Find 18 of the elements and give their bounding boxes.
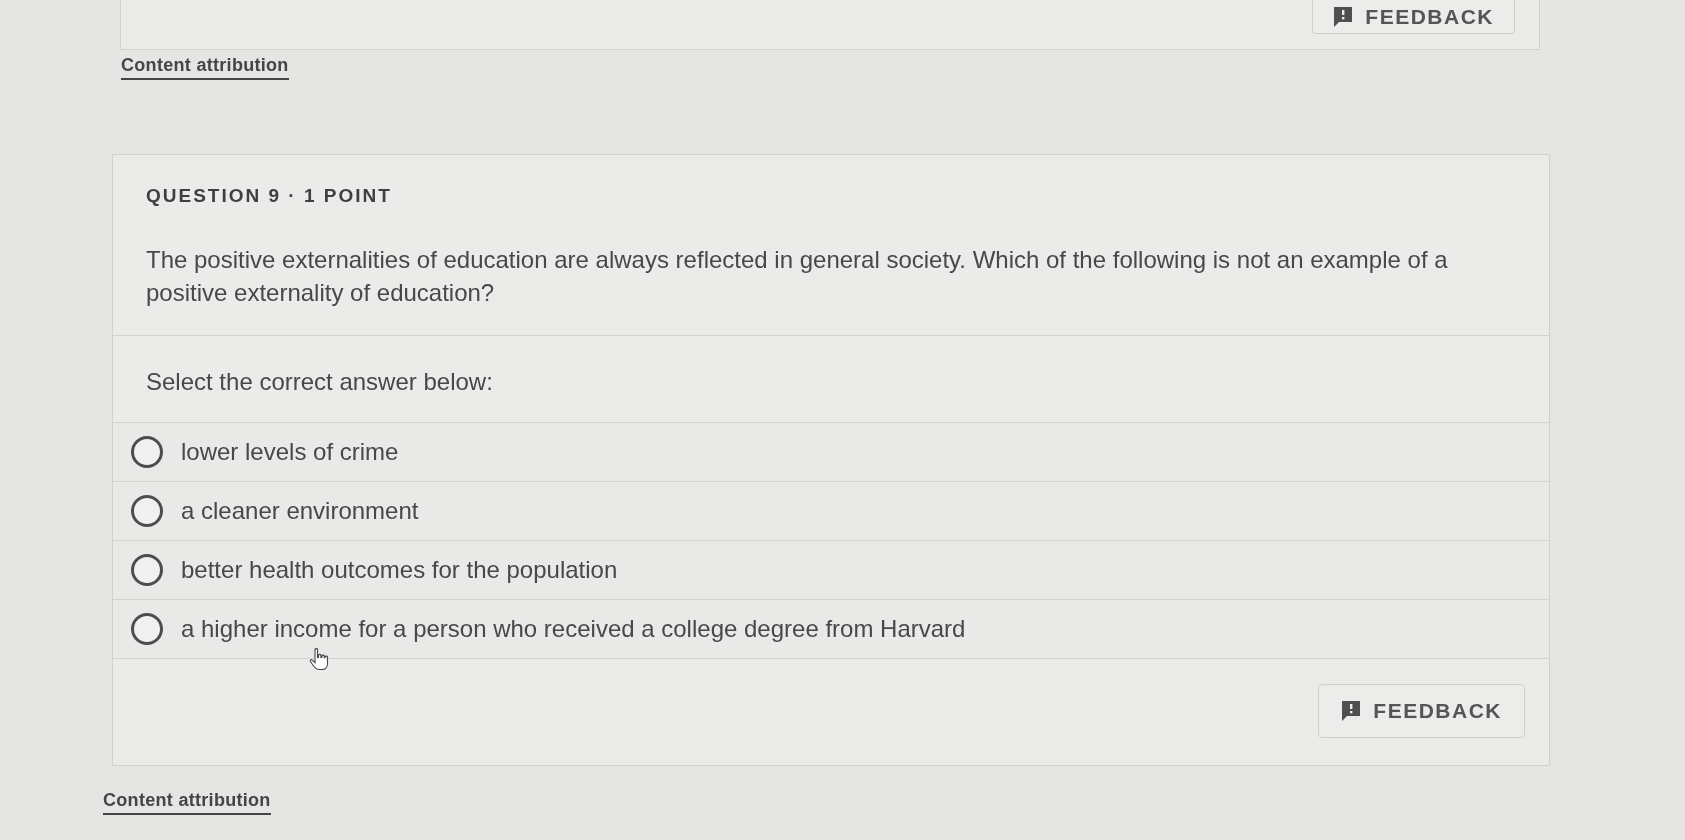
content-attribution-link[interactable]: Content attribution bbox=[121, 55, 289, 80]
question-header: QUESTION 9 · 1 POINT bbox=[146, 185, 393, 207]
radio-button[interactable] bbox=[131, 554, 163, 586]
option-label: better health outcomes for the population bbox=[181, 556, 618, 584]
feedback-button[interactable]: FEEDBACK bbox=[1318, 684, 1525, 738]
option-label: a cleaner environment bbox=[181, 497, 419, 525]
content-attribution-link[interactable]: Content attribution bbox=[103, 790, 271, 815]
radio-button[interactable] bbox=[131, 436, 163, 468]
answer-prompt: Select the correct answer below: bbox=[146, 368, 494, 396]
hand-pointer-icon bbox=[309, 647, 331, 673]
option-label: lower levels of crime bbox=[181, 438, 399, 466]
radio-button[interactable] bbox=[131, 613, 163, 645]
feedback-icon bbox=[1341, 700, 1362, 722]
radio-button[interactable] bbox=[131, 495, 163, 527]
option-label: a higher income for a person who received a college degree from Harvard bbox=[181, 615, 966, 643]
feedback-icon bbox=[1333, 5, 1354, 28]
question-text: The positive externalities of education are always reflected in general society. Which of the following is not an example of a positive externality of education? bbox=[146, 245, 1449, 308]
feedback-button[interactable]: FEEDBACK bbox=[1312, 0, 1515, 34]
